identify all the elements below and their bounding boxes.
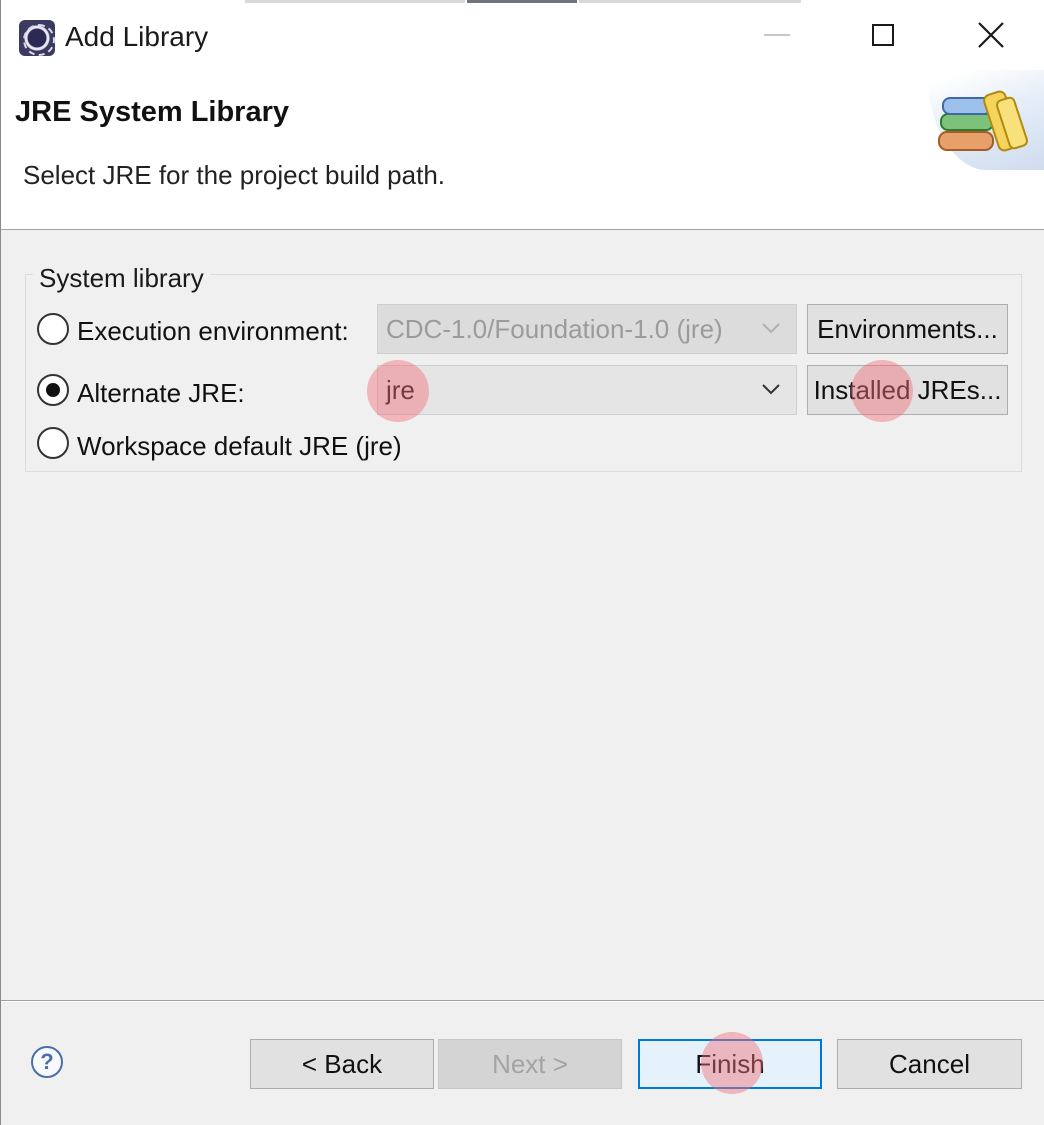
cancel-button[interactable]: Cancel: [837, 1039, 1022, 1089]
library-books-icon: [938, 90, 1028, 152]
window-title: Add Library: [65, 21, 209, 52]
workspace-default-jre-label: Workspace default JRE (jre): [77, 431, 402, 461]
title-bar-accent: [245, 0, 465, 3]
title-bar-accent-active: [467, 0, 577, 3]
page-description: Select JRE for the project build path.: [23, 160, 446, 190]
finish-button[interactable]: Finish: [638, 1039, 822, 1089]
alternate-jre-combo[interactable]: jre: [377, 365, 797, 415]
close-button[interactable]: [937, 0, 1044, 70]
alternate-jre-radio[interactable]: [37, 374, 69, 406]
system-library-legend: System library: [33, 263, 210, 294]
execution-environment-radio[interactable]: [37, 313, 69, 345]
maximize-icon: [872, 24, 894, 46]
next-button[interactable]: Next >: [438, 1039, 622, 1089]
installed-jres-button[interactable]: Installed JREs...: [807, 365, 1008, 415]
alternate-jre-value: jre: [386, 375, 415, 405]
eclipse-app-icon: [19, 20, 55, 56]
alternate-jre-label: Alternate JRE:: [77, 378, 245, 408]
back-button[interactable]: < Back: [250, 1039, 434, 1089]
footer-separator: [1, 1000, 1044, 1002]
execution-environment-combo[interactable]: CDC-1.0/Foundation-1.0 (jre): [377, 304, 797, 354]
environments-button[interactable]: Environments...: [807, 304, 1008, 354]
minimize-icon: [764, 34, 790, 36]
minimize-button[interactable]: [723, 0, 831, 70]
close-icon: [978, 22, 1004, 48]
wizard-header: JRE System Library Select JRE for the pr…: [1, 72, 1044, 230]
maximize-button[interactable]: [829, 0, 937, 70]
title-bar: Add Library: [1, 0, 1044, 72]
add-library-dialog: Add Library JRE System Library Select JR…: [0, 0, 1044, 1125]
workspace-default-jre-radio[interactable]: [37, 427, 69, 459]
chevron-down-icon: [762, 384, 780, 395]
execution-environment-label: Execution environment:: [77, 316, 349, 346]
chevron-down-icon: [762, 323, 780, 334]
help-icon[interactable]: ?: [31, 1046, 63, 1078]
page-title: JRE System Library: [15, 96, 290, 128]
execution-environment-value: CDC-1.0/Foundation-1.0 (jre): [386, 314, 723, 344]
